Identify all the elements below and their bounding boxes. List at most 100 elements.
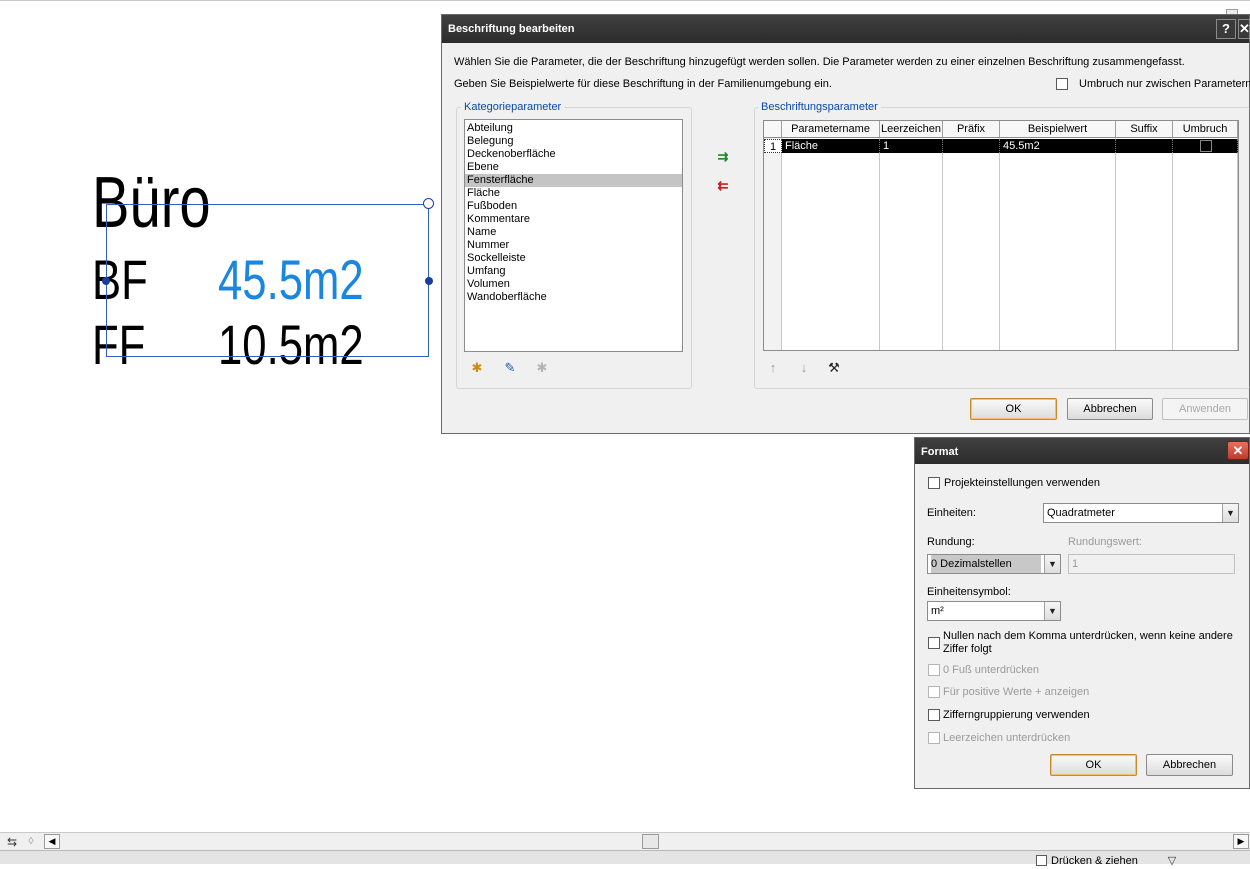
cell-prefix[interactable] <box>943 139 1000 153</box>
format-title: Format <box>921 446 959 458</box>
ok-button[interactable]: OK <box>970 398 1057 420</box>
pin-icon[interactable]: ◊ <box>24 834 38 850</box>
cell-parameter-name[interactable]: Fläche <box>782 139 880 153</box>
units-label: Einheiten: <box>927 507 976 519</box>
format-title-bar[interactable]: Format <box>915 438 1249 464</box>
list-item[interactable]: Deckenoberfläche <box>465 148 682 161</box>
wrap-checkbox[interactable] <box>1200 140 1212 152</box>
list-item[interactable]: Fläche <box>465 187 682 200</box>
use-project-settings-checkbox[interactable] <box>928 477 940 489</box>
instruction-text-1: Wählen Sie die Parameter, die der Beschr… <box>454 56 1185 68</box>
cell-sample-value[interactable]: 45.5m2 <box>1000 139 1116 153</box>
show-plus-label: Für positive Werte + anzeigen <box>943 686 1090 698</box>
right-grip-handle[interactable] <box>425 277 433 285</box>
table-row[interactable]: 1 Fläche 1 45.5m2 <box>764 139 1238 153</box>
list-item[interactable]: Ebene <box>465 161 682 174</box>
column-header-praefix[interactable]: Präfix <box>943 121 1000 138</box>
remove-parameter-arrow-icon[interactable]: ⇇ <box>713 178 733 194</box>
drag-elements-label: Drücken & ziehen <box>1051 855 1138 867</box>
cell-spaces[interactable]: 1 <box>880 139 943 153</box>
suppress-trailing-zeros-checkbox[interactable] <box>928 637 940 649</box>
navigation-icon[interactable]: ⇆ <box>4 834 20 850</box>
column-header-beispielwert[interactable]: Beispielwert <box>1000 121 1116 138</box>
units-select[interactable]: Quadratmeter ▼ <box>1043 503 1239 523</box>
list-item-selected[interactable]: Fensterfläche <box>465 174 682 187</box>
help-button[interactable]: ? <box>1216 19 1236 39</box>
edit-parameter-icon[interactable]: ✎ <box>501 360 519 376</box>
scroll-thumb[interactable] <box>642 834 659 849</box>
list-item[interactable]: Volumen <box>465 278 682 291</box>
chevron-down-icon[interactable]: ▼ <box>1044 602 1060 620</box>
column-header-umbruch[interactable]: Umbruch <box>1173 121 1238 138</box>
scroll-right-arrow[interactable]: ▶ <box>1233 834 1249 849</box>
unit-symbol-value: m² <box>931 605 944 617</box>
row-index: 1 <box>764 139 782 153</box>
delete-parameter-icon[interactable]: ✱ <box>533 360 551 376</box>
drag-elements-checkbox[interactable] <box>1036 855 1047 866</box>
edit-format-icon[interactable]: ⚒ <box>825 360 843 376</box>
grid-column-line <box>1116 138 1173 350</box>
suppress-zero-feet-checkbox[interactable] <box>928 664 940 676</box>
grid-column-line <box>1173 138 1238 350</box>
column-header-leerzeichen[interactable]: Leerzeichen <box>880 121 943 138</box>
rounding-label: Rundung: <box>927 536 975 548</box>
close-icon[interactable]: ✕ <box>1227 441 1249 460</box>
column-header-suffix[interactable]: Suffix <box>1116 121 1173 138</box>
wrap-between-params-checkbox[interactable] <box>1056 78 1068 90</box>
suppress-zero-feet-label: 0 Fuß unterdrücken <box>943 664 1039 676</box>
digit-grouping-checkbox[interactable] <box>928 709 940 721</box>
rounding-select[interactable]: 0 Dezimalstellen ▼ <box>927 554 1061 574</box>
list-item[interactable]: Abteilung <box>465 122 682 135</box>
apply-button[interactable]: Anwenden <box>1162 398 1248 420</box>
left-grip-handle[interactable] <box>102 277 110 285</box>
list-item[interactable]: Fußboden <box>465 200 682 213</box>
format-ok-button[interactable]: OK <box>1050 754 1137 776</box>
unit-symbol-select[interactable]: m² ▼ <box>927 601 1061 621</box>
add-parameter-arrow-icon[interactable]: ⇉ <box>713 149 733 165</box>
suppress-spaces-label: Leerzeichen unterdrücken <box>943 732 1071 744</box>
chevron-down-icon[interactable]: ▼ <box>1222 504 1238 522</box>
grid-column-line <box>880 138 943 350</box>
close-icon[interactable]: ✕ <box>1238 19 1250 39</box>
cell-suffix[interactable] <box>1116 139 1173 153</box>
grid-column-line <box>764 138 782 350</box>
scroll-left-arrow[interactable]: ◀ <box>44 834 60 849</box>
rounding-increment-input[interactable]: 1 <box>1068 554 1235 574</box>
chevron-down-icon[interactable]: ▼ <box>1044 555 1060 573</box>
list-item[interactable]: Wandoberfläche <box>465 291 682 304</box>
category-parameters-label: Kategorieparameter <box>461 101 565 113</box>
suppress-spaces-checkbox[interactable] <box>928 732 940 744</box>
edit-label-title-bar[interactable]: Beschriftung bearbeiten <box>442 15 1249 43</box>
category-parameters-list[interactable]: Abteilung Belegung Deckenoberfläche Eben… <box>464 119 683 352</box>
move-down-icon[interactable]: ↓ <box>795 360 813 376</box>
cancel-button[interactable]: Abbrechen <box>1067 398 1153 420</box>
label-parameters-label: Beschriftungsparameter <box>758 101 881 113</box>
list-item[interactable]: Name <box>465 226 682 239</box>
filter-icon[interactable]: ▽ <box>1164 853 1180 869</box>
list-item[interactable]: Nummer <box>465 239 682 252</box>
show-plus-checkbox[interactable] <box>928 686 940 698</box>
list-item[interactable]: Sockelleiste <box>465 252 682 265</box>
grid-column-line <box>943 138 1000 350</box>
column-header-parametername[interactable]: Parametername <box>782 121 880 138</box>
list-item[interactable]: Belegung <box>465 135 682 148</box>
horizontal-scrollbar[interactable]: ⇆ ◊ ◀ ▶ <box>0 832 1250 850</box>
instruction-text-2: Geben Sie Beispielwerte für diese Beschr… <box>454 78 832 90</box>
list-item[interactable]: Kommentare <box>465 213 682 226</box>
units-value: Quadratmeter <box>1047 507 1115 519</box>
grid-column-line <box>1000 138 1116 350</box>
label-selection-box[interactable] <box>106 204 429 357</box>
use-project-settings-label: Projekteinstellungen verwenden <box>944 477 1100 489</box>
suppress-trailing-zeros-label: Nullen nach dem Komma unterdrücken, wenn… <box>943 630 1233 655</box>
list-item[interactable]: Umfang <box>465 265 682 278</box>
rotate-grip-handle[interactable] <box>423 198 434 209</box>
rounding-increment-label: Rundungswert: <box>1068 536 1142 548</box>
digit-grouping-label: Zifferngruppierung verwenden <box>943 709 1090 721</box>
move-up-icon[interactable]: ↑ <box>764 360 782 376</box>
label-parameters-grid[interactable]: Parametername Leerzeichen Präfix Beispie… <box>763 120 1239 351</box>
edit-label-title: Beschriftung bearbeiten <box>448 23 575 35</box>
status-bar: Drücken & ziehen ▽ <box>0 850 1250 867</box>
format-dialog: Format ✕ Projekteinstellungen verwenden … <box>914 437 1250 789</box>
format-cancel-button[interactable]: Abbrechen <box>1146 754 1233 776</box>
new-parameter-icon[interactable]: ✱ <box>468 360 486 376</box>
